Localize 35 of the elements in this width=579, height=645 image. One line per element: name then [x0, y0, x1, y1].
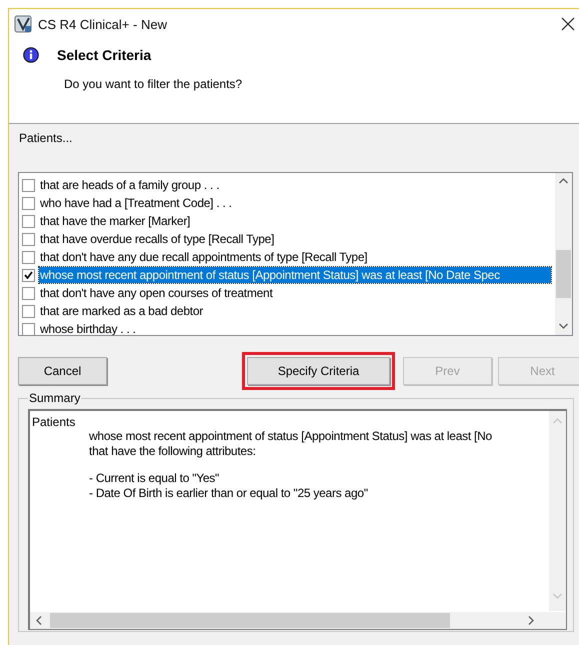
checkbox[interactable]: [22, 322, 35, 335]
info-icon: [23, 47, 39, 63]
summary-line: whose most recent appointment of status [Appointment Status] was at least [No: [89, 429, 493, 444]
window-title: CS R4 Clinical+ - New: [38, 16, 168, 32]
criteria-item[interactable]: that have overdue recalls of type [Recall Type]: [39, 231, 276, 247]
dialog-button[interactable]: Cancel: [18, 357, 107, 385]
checkbox[interactable]: [22, 178, 35, 192]
criteria-item[interactable]: that have the marker [Marker]: [39, 213, 192, 229]
criteria-item[interactable]: that don't have any open courses of treatment: [39, 285, 274, 301]
checkbox[interactable]: [22, 232, 35, 246]
group-label: Summary: [28, 391, 82, 405]
criteria-item[interactable]: that don't have any due recall appointments of type [Recall Type]: [39, 249, 368, 265]
checkbox[interactable]: [22, 250, 35, 264]
vertical-scrollbar[interactable]: [555, 173, 572, 335]
criteria-item[interactable]: who have had a [Treatment Code] . . .: [39, 195, 233, 211]
criteria-item[interactable]: whose most recent appointment of status [Appointment Status] was at least [No Date Spec: [39, 267, 551, 283]
criteria-item[interactable]: that are heads of a family group . . .: [39, 177, 220, 193]
checkbox[interactable]: [22, 286, 35, 300]
app-icon: [14, 15, 32, 33]
specify-button[interactable]: Specify Criteria: [247, 357, 390, 385]
close-icon[interactable]: [561, 17, 575, 31]
summary-line: - Date Of Birth is earlier than or equal to "25 years ago": [89, 486, 369, 501]
summary-line: - Current is equal to "Yes": [89, 471, 220, 486]
summary-line: that have the following attributes:: [89, 444, 257, 459]
dialog-message: Do you want to filter the patients?: [64, 77, 244, 91]
horizontal-scrollbar[interactable]: [30, 612, 566, 629]
dialog-heading: Select Criteria: [57, 47, 152, 63]
checkbox[interactable]: [22, 196, 35, 210]
checkbox[interactable]: [22, 268, 35, 282]
checkbox[interactable]: [22, 214, 35, 228]
checkbox[interactable]: [22, 304, 35, 318]
criteria-item[interactable]: that are marked as a bad debtor: [39, 303, 204, 319]
summary-subject: Patients: [32, 415, 76, 429]
check-icon: [24, 271, 33, 279]
section-label: Patients...: [19, 131, 74, 146]
